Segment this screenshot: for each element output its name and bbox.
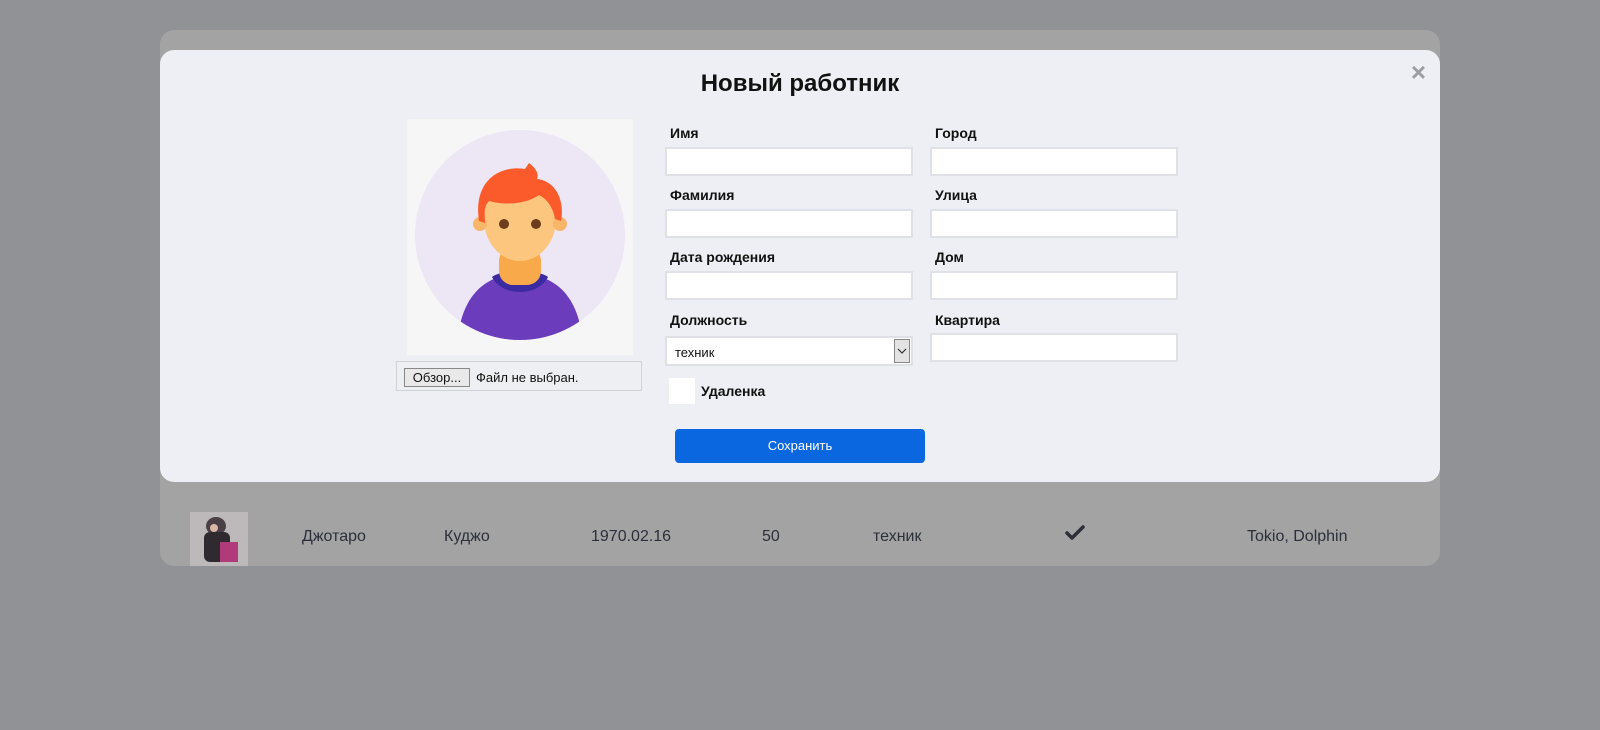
position-select[interactable]: техник <box>665 336 913 366</box>
cell-last-name: Куджо <box>444 528 490 545</box>
cell-position: техник <box>873 528 922 545</box>
position-label: Должность <box>670 312 748 328</box>
city-label: Город <box>935 125 977 141</box>
table-row[interactable]: Джотаро Куджо 1970.02.16 50 техник Tokio… <box>160 510 1440 570</box>
last-name-label: Фамилия <box>670 187 735 203</box>
file-status-text: Файл не выбран. <box>476 370 579 385</box>
remote-checkbox-label: Удаленка <box>701 383 766 399</box>
employee-photo-image <box>190 512 248 566</box>
birth-date-input[interactable] <box>665 271 913 300</box>
position-select-value: техник <box>675 345 715 360</box>
city-input[interactable] <box>930 147 1178 176</box>
new-employee-modal: × Новый работник Обзор... Файл не выбран… <box>160 50 1440 482</box>
cell-age: 50 <box>762 528 780 545</box>
check-icon <box>1065 524 1085 547</box>
cell-address: Tokio, Dolphin <box>1247 528 1348 545</box>
remote-checkbox[interactable] <box>669 378 695 404</box>
employee-photo <box>190 512 248 566</box>
apartment-input[interactable] <box>930 333 1178 362</box>
avatar-preview <box>407 119 633 355</box>
first-name-input[interactable] <box>665 147 913 176</box>
street-input[interactable] <box>930 209 1178 238</box>
apartment-label: Квартира <box>935 312 1000 328</box>
first-name-label: Имя <box>670 125 699 141</box>
photo-file-input[interactable]: Обзор... Файл не выбран. <box>396 361 642 391</box>
street-label: Улица <box>935 187 977 203</box>
avatar-placeholder-icon <box>415 130 625 340</box>
chevron-down-icon[interactable] <box>894 339 910 363</box>
birth-date-label: Дата рождения <box>670 249 776 265</box>
house-label: Дом <box>935 249 964 265</box>
house-input[interactable] <box>930 271 1178 300</box>
save-button[interactable]: Сохранить <box>675 429 925 463</box>
cell-first-name: Джотаро <box>302 528 366 545</box>
cell-birth-date: 1970.02.16 <box>591 528 672 545</box>
modal-title: Новый работник <box>700 70 900 97</box>
last-name-input[interactable] <box>665 209 913 238</box>
browse-button[interactable]: Обзор... <box>404 368 470 387</box>
